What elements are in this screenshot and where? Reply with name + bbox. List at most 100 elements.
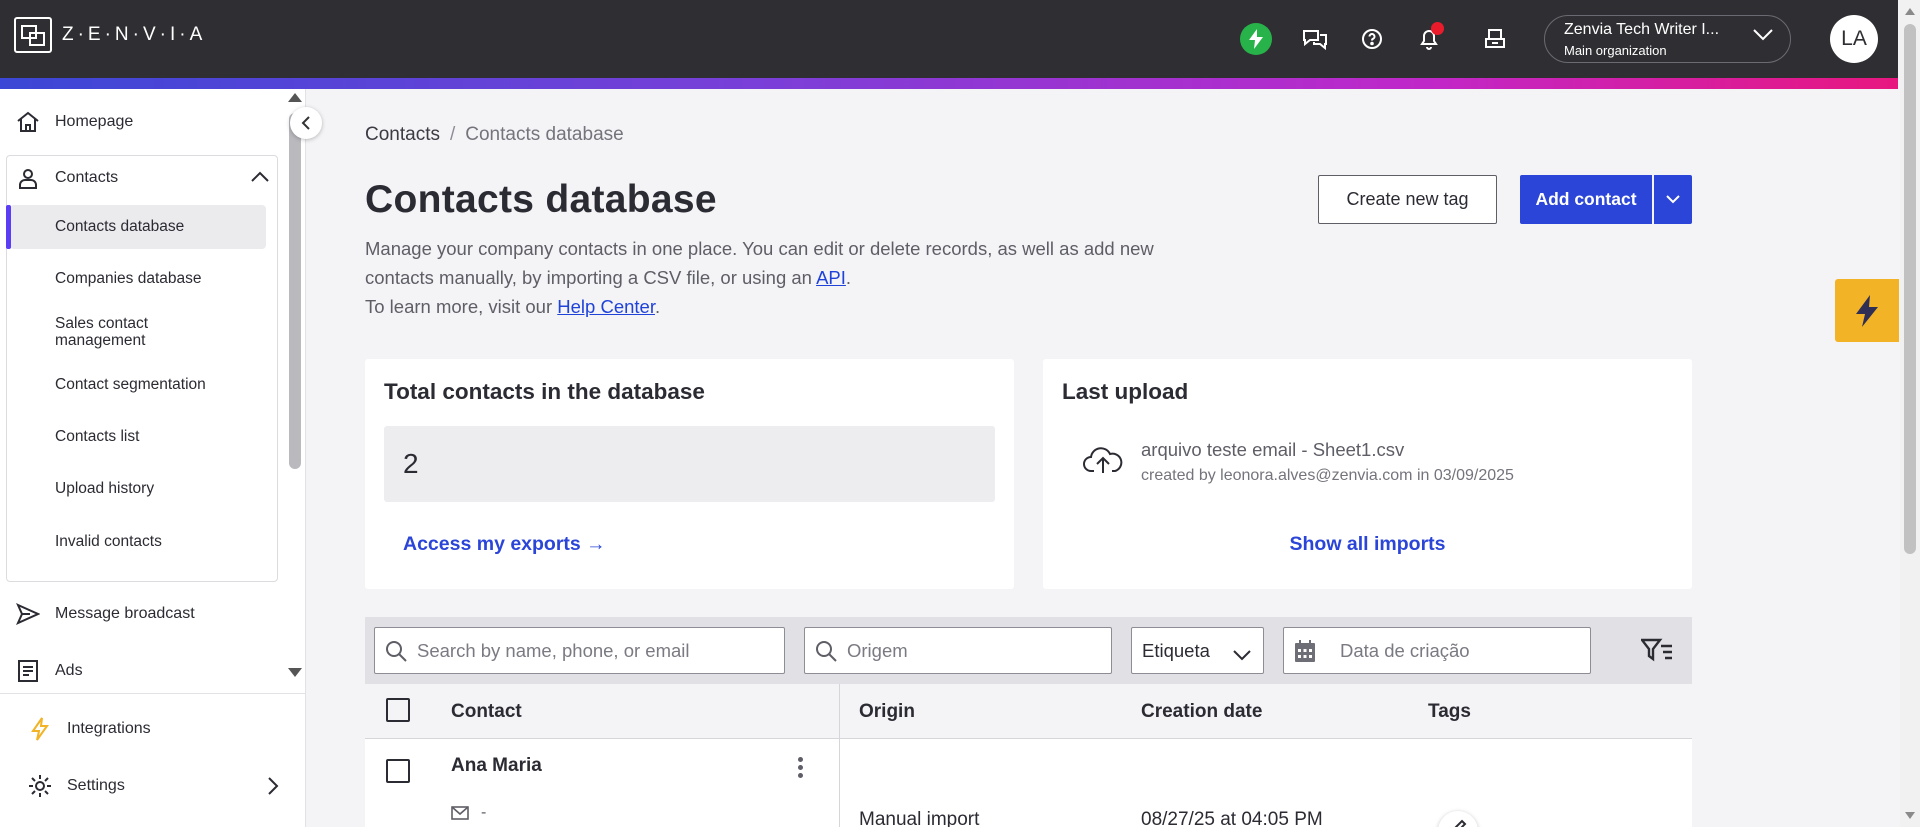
sidebar-item-invalid-contacts[interactable]: Invalid contacts — [55, 533, 162, 550]
bolt-icon[interactable] — [1240, 23, 1272, 55]
column-tags[interactable]: Tags — [1428, 701, 1471, 723]
add-contact-options-button[interactable] — [1654, 175, 1692, 224]
show-all-imports-link[interactable]: Show all imports — [1043, 533, 1692, 556]
active-item-indicator — [6, 205, 11, 249]
search-icon — [805, 639, 847, 663]
scroll-thumb[interactable] — [1904, 24, 1916, 554]
add-contact-button[interactable]: Add contact — [1520, 175, 1652, 224]
home-icon — [0, 110, 55, 134]
notification-dot — [1431, 22, 1444, 35]
breadcrumb-separator: / — [449, 124, 456, 145]
last-upload-title: Last upload — [1062, 379, 1189, 404]
sidebar-item-sales-contact-management[interactable]: Sales contact management — [55, 315, 205, 349]
breadcrumb-contacts[interactable]: Contacts — [365, 124, 440, 145]
row-checkbox[interactable] — [386, 759, 410, 783]
sidebar-item-upload-history[interactable]: Upload history — [55, 480, 154, 497]
logo-text: Z·E·N·V·I·A — [62, 24, 207, 45]
cloud-upload-icon — [1083, 445, 1123, 480]
page-scrollbar[interactable] — [1900, 0, 1920, 827]
sidebar-divider — [0, 693, 306, 694]
person-icon — [0, 166, 55, 190]
column-origin[interactable]: Origin — [859, 701, 915, 723]
gear-icon — [12, 773, 67, 799]
sidebar-item-label: Homepage — [55, 113, 134, 130]
column-contact[interactable]: Contact — [451, 701, 522, 723]
contact-name[interactable]: Ana Maria — [451, 755, 542, 777]
sidebar-item-label: Settings — [67, 777, 125, 794]
sidebar-item-homepage[interactable]: Homepage — [0, 102, 280, 142]
row-more-options-icon[interactable] — [798, 757, 803, 778]
sidebar-item-contacts-database[interactable]: Contacts database — [55, 218, 184, 235]
chevron-down-icon — [1752, 28, 1774, 47]
sidebar-item-integrations[interactable]: Integrations — [12, 709, 292, 749]
lightning-icon — [1856, 294, 1878, 327]
mail-icon — [451, 806, 469, 820]
sidebar-item-label: Integrations — [67, 720, 151, 737]
zenvia-logo[interactable]: Z·E·N·V·I·A — [14, 17, 206, 53]
select-all-checkbox[interactable] — [386, 698, 410, 722]
sidebar-item-contacts[interactable]: Contacts — [0, 158, 280, 198]
contact-email-value: - — [481, 804, 487, 821]
creation-date-placeholder: Data de criação — [1340, 639, 1470, 661]
sidebar-scrollbar[interactable] — [287, 89, 303, 681]
bell-icon[interactable] — [1414, 22, 1444, 54]
scroll-down-arrow-icon[interactable] — [1905, 812, 1915, 819]
table-row[interactable]: Ana Maria - Manual import 08/27/25 at 04… — [365, 739, 1692, 827]
organization-selector[interactable]: Zenvia Tech Writer I... Main organizatio… — [1544, 15, 1791, 63]
total-contacts-count: 2 — [384, 426, 995, 502]
origin-placeholder: Origem — [847, 639, 908, 661]
upload-file-name: arquivo teste email - Sheet1.csv — [1141, 439, 1405, 460]
table-header: Contact Origin Creation date Tags — [365, 684, 1692, 739]
api-link[interactable]: API — [816, 267, 846, 288]
total-contacts-card: Total contacts in the database 2 Access … — [365, 359, 1014, 589]
sidebar-scroll-thumb[interactable] — [289, 113, 301, 469]
help-icon[interactable] — [1357, 24, 1387, 54]
sidebar-item-label: Contacts — [55, 169, 119, 186]
desc-text-4: . — [654, 296, 661, 317]
last-upload-item: arquivo teste email - Sheet1.csv created… — [1083, 439, 1514, 485]
search-input[interactable]: Search by name, phone, or email — [374, 627, 785, 674]
logo-mark — [14, 17, 52, 53]
brand-gradient-bar — [0, 78, 1898, 89]
avatar[interactable]: LA — [1830, 15, 1878, 63]
tag-select[interactable]: Etiqueta — [1131, 627, 1264, 674]
integrations-bolt-icon — [12, 717, 67, 741]
upload-created-by: created by leonora.alves@zenvia.com in 0… — [1141, 467, 1514, 484]
sidebar-item-companies-database[interactable]: Companies database — [55, 270, 202, 287]
collapse-sidebar-button[interactable] — [290, 107, 322, 139]
sidebar-item-settings[interactable]: Settings — [12, 766, 292, 806]
access-exports-link[interactable]: Access my exports → — [403, 533, 606, 556]
edit-tags-button[interactable] — [1438, 811, 1478, 827]
help-center-link[interactable]: Help Center — [557, 296, 655, 317]
advanced-filter-icon[interactable] — [1639, 638, 1673, 667]
chevron-up-icon[interactable] — [250, 170, 270, 188]
create-new-tag-button[interactable]: Create new tag — [1318, 175, 1497, 224]
desc-text-3: To learn more, visit our — [365, 296, 558, 317]
sidebar-item-ads[interactable]: Ads — [0, 651, 280, 691]
chevron-down-icon — [1666, 195, 1680, 204]
sticky-column-divider — [839, 684, 840, 827]
ads-icon — [0, 659, 55, 683]
contact-email: - — [451, 804, 486, 822]
search-placeholder: Search by name, phone, or email — [417, 639, 690, 661]
scroll-up-arrow-icon[interactable] — [1905, 8, 1915, 15]
column-creation-date[interactable]: Creation date — [1141, 701, 1262, 723]
sidebar-item-contact-segmentation[interactable]: Contact segmentation — [55, 376, 206, 393]
origin-filter-input[interactable]: Origem — [804, 627, 1112, 674]
desc-text-1: Manage your company contacts in one plac… — [365, 238, 1154, 288]
ray-assistant-tab[interactable] — [1835, 279, 1899, 342]
sidebar-scroll-up-icon[interactable] — [288, 93, 302, 102]
sidebar-item-contacts-list[interactable]: Contacts list — [55, 428, 139, 445]
chat-icon[interactable] — [1300, 24, 1330, 54]
creation-date-input[interactable]: Data de criação — [1283, 627, 1591, 674]
tag-select-value: Etiqueta — [1142, 639, 1210, 661]
desc-text-2: . — [845, 267, 852, 288]
page-title: Contacts database — [365, 178, 717, 221]
sidebar-scroll-down-icon[interactable] — [288, 668, 302, 677]
page-description: Manage your company contacts in one plac… — [365, 234, 1225, 321]
top-bar: Z·E·N·V·I·A Zenvia Tech Writer I... Main… — [0, 0, 1898, 78]
send-icon — [0, 603, 55, 625]
breadcrumb: Contacts / Contacts database — [365, 124, 624, 146]
inbox-icon[interactable] — [1480, 24, 1510, 54]
sidebar-item-message-broadcast[interactable]: Message broadcast — [0, 594, 280, 634]
